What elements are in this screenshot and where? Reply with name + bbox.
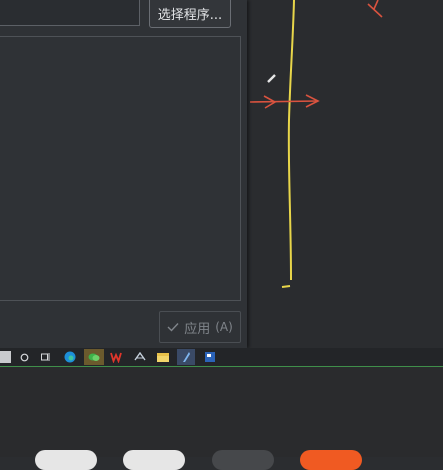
- wps-icon[interactable]: [109, 350, 123, 364]
- pen-app-icon[interactable]: [177, 349, 195, 365]
- red-stroke-top-2: [373, 0, 379, 10]
- content-panel: [0, 36, 241, 301]
- taskbar: [0, 348, 443, 367]
- pen-cursor-icon: [267, 74, 276, 83]
- red-arrow-line: [249, 100, 319, 103]
- file-explorer-icon[interactable]: [156, 350, 170, 364]
- lower-area: [0, 367, 443, 457]
- app-icon[interactable]: [203, 350, 217, 364]
- settings-dialog: 选择程序... 应用 (A): [0, 0, 247, 348]
- bottom-pill-1[interactable]: [35, 450, 97, 470]
- search-icon[interactable]: [17, 350, 31, 364]
- start-button[interactable]: [0, 351, 11, 363]
- yellow-stroke-tail: [281, 285, 291, 288]
- checkmark-icon: [167, 323, 179, 332]
- steam-icon[interactable]: [133, 350, 147, 364]
- bottom-pill-2[interactable]: [123, 450, 185, 470]
- choose-program-button[interactable]: 选择程序...: [149, 0, 231, 28]
- bottom-pill-3[interactable]: [212, 450, 274, 470]
- bottom-pill-4[interactable]: [300, 450, 362, 470]
- apply-button-label: 应用: [184, 321, 211, 337]
- yellow-stroke: [287, 0, 295, 281]
- edge-icon[interactable]: [63, 350, 77, 364]
- program-path-field[interactable]: [0, 0, 140, 26]
- apply-button[interactable]: 应用 (A): [159, 311, 241, 343]
- apply-button-mnemonic: (A): [215, 320, 233, 334]
- wechat-icon[interactable]: [84, 349, 104, 365]
- task-view-icon[interactable]: [39, 350, 53, 364]
